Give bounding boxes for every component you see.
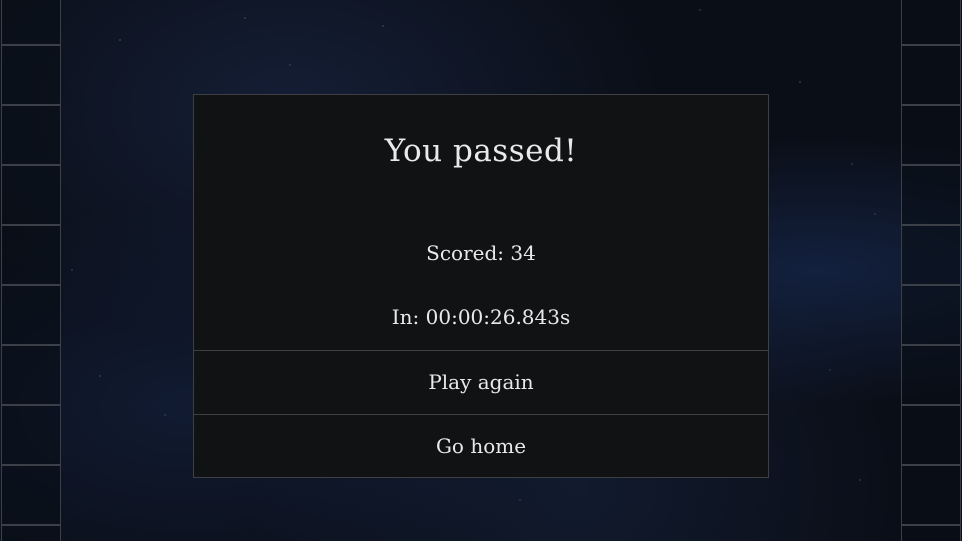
right-column-grid (901, 0, 961, 541)
result-title: You passed! (384, 133, 578, 169)
go-home-button[interactable]: Go home (194, 414, 768, 478)
play-again-button[interactable]: Play again (194, 350, 768, 414)
time-text: In: 00:00:26.843s (391, 305, 571, 329)
result-dialog: You passed! Scored: 34 In: 00:00:26.843s… (193, 94, 769, 478)
left-column-grid (1, 0, 61, 541)
score-text: Scored: 34 (426, 241, 536, 265)
